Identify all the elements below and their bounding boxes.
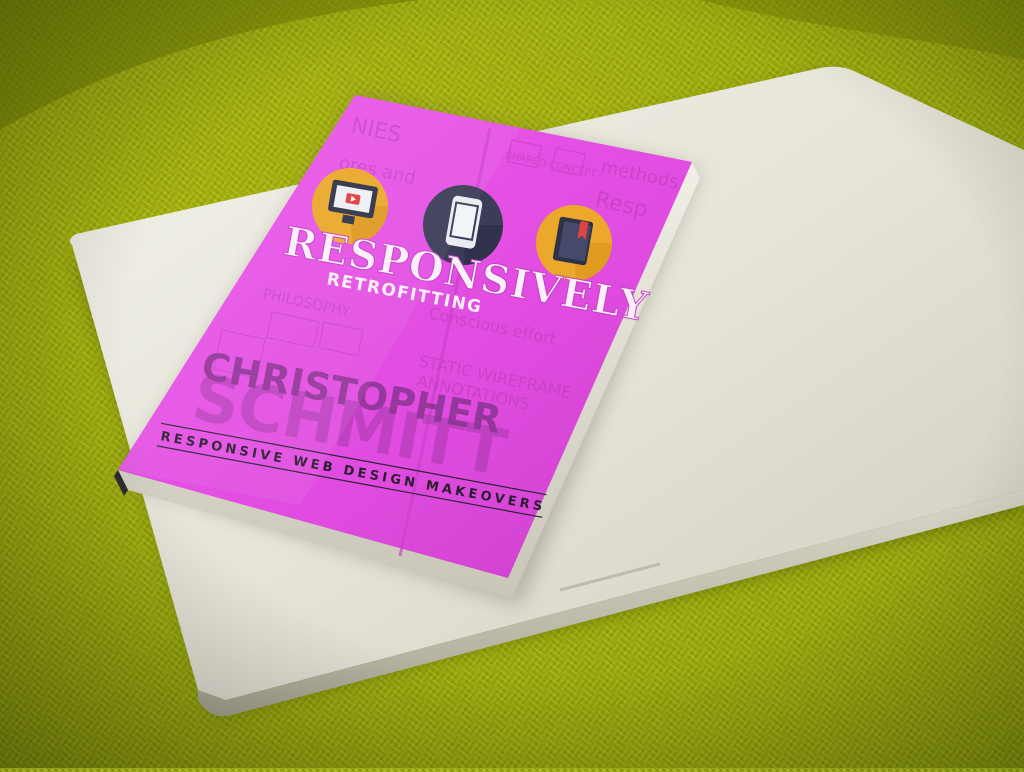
photo-scene: NIES ores and PHILOSOPHY Conscious effor… (0, 0, 1024, 768)
scene-svg: NIES ores and PHILOSOPHY Conscious effor… (0, 0, 1024, 768)
